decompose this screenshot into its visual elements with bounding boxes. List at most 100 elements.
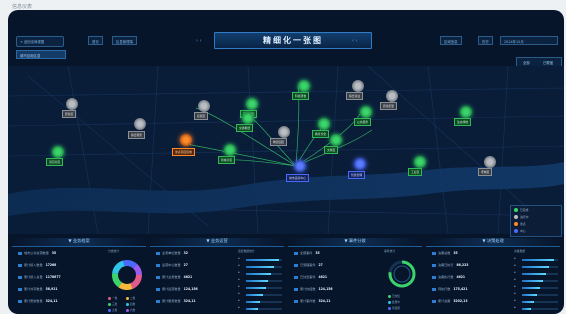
map-node-icon[interactable] [246,98,258,110]
map-node-icon[interactable] [134,118,146,130]
map-node-icon[interactable] [386,90,398,102]
panel-title: ▼ 业务档案 [12,238,146,247]
legend-item: 重点 [514,222,526,226]
stat-row: 运营中心数量 27 [156,262,188,267]
history-button[interactable]: 历史 [478,36,493,45]
stat-row: 累计决策 3202,13 [432,298,467,303]
stat-row: 城市公共资源数量 35 [18,250,56,255]
stats-panel-area: ▼ 业务档案 城市公共资源数量 35 累计接入数量 17268 累计接入总量 1178… [12,238,560,314]
bar-marker: ▪ [238,306,240,309]
app-title: 信息仪表 [12,4,33,10]
bar-track [246,280,282,282]
panel-events: ▼ 事件分拨 全部事件 35 已受理事件 27 已处置事件 4621 累计办结数 124… [288,238,422,314]
bar-fill [246,287,266,289]
bar-marker: ▪ [238,257,240,260]
map-node-icon[interactable] [278,126,290,138]
map-node-label: 新城片区 [218,156,236,164]
back-button[interactable]: < 返回全局视图 [16,36,64,47]
bar-marker: ▪ [514,285,516,288]
map-node-icon[interactable] [180,134,192,146]
bar-track [246,308,282,310]
bar-fill [522,280,543,282]
bar-fill [246,294,264,296]
map-node-icon[interactable] [298,80,310,92]
map-node-label: 公共服务 [354,118,372,126]
map-node-icon[interactable] [52,146,64,158]
bar-marker: ▪ [238,299,240,302]
map-node-icon[interactable] [66,98,78,110]
region-info-button[interactable]: 区域信息 [440,36,462,45]
legend-item: 中心 [514,229,526,233]
donut-legend-item: 二类 [126,296,135,300]
map-node-icon[interactable] [354,158,366,170]
page-title-bar: 精细化一张图 [214,32,372,49]
donut-legend-item: 三类 [108,302,117,306]
map-node-icon[interactable] [360,106,372,118]
ring-legend-item: 待受理 [388,306,400,310]
map-node-icon[interactable] [460,106,472,118]
city-map[interactable] [8,66,564,234]
donut-legend-item: 五类 [108,308,117,312]
map-node-icon[interactable] [242,112,254,124]
bar-track [246,301,282,303]
stat-row: 全部事件 35 [294,250,320,255]
map-node-icon[interactable] [224,144,236,156]
map-node-label: 居住配套 [380,102,398,110]
chart-title: 决策数据 [514,249,526,253]
stat-row: 业务单位数量 32 [156,250,188,255]
bar-list: ▪ ▪ ▪ ▪ ▪ ▪ ▪ ▪ [514,256,558,312]
bar-fill [522,259,554,261]
map-node-label: 教育文化 [312,130,330,138]
bar-marker: ▪ [514,264,516,267]
map-node-label: 交通枢纽 [236,124,254,132]
bar-fill [246,308,258,310]
donut-legend-item: 六类 [126,308,135,312]
home-button[interactable]: 首页 [88,36,103,45]
bar-track [522,301,558,303]
map-node-icon[interactable] [198,100,210,112]
map-node-icon[interactable] [352,80,364,92]
bar-fill [246,280,269,282]
bar-marker: ▪ [238,292,240,295]
stat-row: 已受理事件 27 [294,262,323,267]
map-node-label: 综合商业 [346,92,364,100]
donut-chart [112,260,142,290]
bar-track [522,280,558,282]
page-title: 精细化一张图 [263,36,323,45]
bar-track [522,294,558,296]
date-picker[interactable]: 2024年10月 [500,36,558,45]
map-node-icon[interactable] [414,156,426,168]
ring-legend-item: 处理中 [388,300,400,304]
map-node-label: 老城区 [478,168,493,176]
bar-fill [522,287,540,289]
map-node-icon[interactable] [294,160,306,172]
panel-decisions: ▼ 决策处理 决策总数 35 决策已执行 86,223 决策执行数 4621 待执行数… [426,238,560,314]
panel-operations: ▼ 业务运营 业务单位数量 32 运营中心数量 27 累计业务数量 4621 累计运营… [150,238,284,314]
filter-chip[interactable]: 城市应用区县 [16,50,66,59]
map-node-icon[interactable] [318,118,330,130]
map-node-icon[interactable] [484,156,496,168]
stat-row: 累计服务数量 324,11 [156,298,196,303]
toggle-all[interactable]: 全部 [523,60,530,65]
bar-fill [246,259,280,261]
chart-title: 事件统计 [384,249,396,253]
donut-legend-item: 一类 [108,296,117,300]
bar-track [246,259,282,261]
bar-marker: ▪ [238,285,240,288]
map-node-label: 生态绿地 [454,118,472,126]
bar-track [246,266,282,268]
legend-item: 进行中 [514,215,528,219]
bar-fill [246,273,272,275]
dashboard-frame: < 返回全局视图 首页 区县管理端 › › 精细化一张图 ‹ ‹ 区域信息 历史… [8,10,564,314]
map-node-label: 综合服务 [128,131,146,139]
toggle-covered[interactable]: 已覆盖 [543,60,553,65]
district-button[interactable]: 区县管理端 [112,36,137,45]
map-node-icon[interactable] [330,134,342,146]
legend-item: 已完成 [514,208,528,212]
map-node-label: 工业区 [408,168,423,176]
bar-marker: ▪ [514,299,516,302]
panel-title: ▼ 业务运营 [150,238,284,247]
map-node-label: 商贸区 [194,112,209,120]
bar-fill [522,294,538,296]
ring-chart [388,260,416,288]
